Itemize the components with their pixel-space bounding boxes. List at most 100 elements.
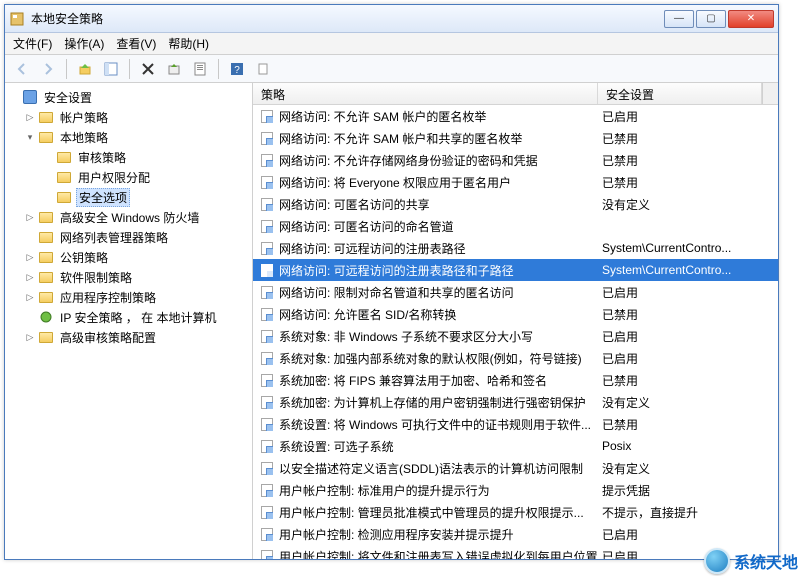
table-row[interactable]: 网络访问: 允许匿名 SID/名称转换已禁用 xyxy=(253,303,778,325)
policy-icon xyxy=(259,373,275,387)
table-row[interactable]: 网络访问: 不允许 SAM 帐户和共享的匿名枚举已禁用 xyxy=(253,127,778,149)
help-button[interactable]: ? xyxy=(226,58,248,80)
back-button[interactable] xyxy=(11,58,33,80)
table-row[interactable]: 网络访问: 可远程访问的注册表路径System\CurrentContro... xyxy=(253,237,778,259)
menu-view[interactable]: 查看(V) xyxy=(116,35,156,52)
setting-cell: 已禁用 xyxy=(598,416,778,433)
table-row[interactable]: 系统加密: 为计算机上存储的用户密钥强制进行强密钥保护没有定义 xyxy=(253,391,778,413)
table-row[interactable]: 用户帐户控制: 标准用户的提升提示行为提示凭据 xyxy=(253,479,778,501)
forward-button[interactable] xyxy=(37,58,59,80)
table-row[interactable]: 网络访问: 不允许 SAM 帐户的匿名枚举已启用 xyxy=(253,105,778,127)
tree-node-ipsec[interactable]: ▷ IP 安全策略 ， 在 本地计算机 xyxy=(7,307,250,327)
setting-cell: 已启用 xyxy=(598,526,778,543)
tree-node-appcontrol[interactable]: ▷ 应用程序控制策略 xyxy=(7,287,250,307)
close-button[interactable]: ✕ xyxy=(728,10,774,28)
policy-name: 网络访问: 可匿名访问的命名管道 xyxy=(279,218,454,235)
column-policy[interactable]: 策略 xyxy=(253,83,598,104)
toolbar-separator xyxy=(129,59,130,79)
menu-action[interactable]: 操作(A) xyxy=(64,35,104,52)
show-tree-button[interactable] xyxy=(100,58,122,80)
tree-node-advaudit[interactable]: ▷ 高级审核策略配置 xyxy=(7,327,250,347)
setting-cell: 已启用 xyxy=(598,284,778,301)
policy-cell: 系统加密: 将 FIPS 兼容算法用于加密、哈希和签名 xyxy=(253,372,598,389)
tree-node-securityoptions[interactable]: ▷ 安全选项 xyxy=(7,187,250,207)
policy-cell: 用户帐户控制: 标准用户的提升提示行为 xyxy=(253,482,598,499)
menu-help[interactable]: 帮助(H) xyxy=(168,35,209,52)
expander-icon[interactable]: ▷ xyxy=(23,330,37,344)
tree-node-softrestrict[interactable]: ▷ 软件限制策略 xyxy=(7,267,250,287)
menubar: 文件(F) 操作(A) 查看(V) 帮助(H) xyxy=(5,33,778,55)
policy-cell: 网络访问: 不允许 SAM 帐户和共享的匿名枚举 xyxy=(253,130,598,147)
list-body[interactable]: 网络访问: 不允许 SAM 帐户的匿名枚举已启用网络访问: 不允许 SAM 帐户… xyxy=(253,105,778,559)
table-row[interactable]: 系统设置: 可选子系统Posix xyxy=(253,435,778,457)
expander-icon[interactable]: ▾ xyxy=(23,130,37,144)
table-row[interactable]: 系统对象: 非 Windows 子系统不要求区分大小写已启用 xyxy=(253,325,778,347)
policy-cell: 用户帐户控制: 管理员批准模式中管理员的提升权限提示... xyxy=(253,504,598,521)
table-row[interactable]: 用户帐户控制: 检测应用程序安装并提示提升已启用 xyxy=(253,523,778,545)
minimize-button[interactable]: — xyxy=(664,10,694,28)
tree-node-local[interactable]: ▾ 本地策略 xyxy=(7,127,250,147)
policy-icon xyxy=(259,109,275,123)
tree-label: 网络列表管理器策略 xyxy=(58,229,170,246)
policy-name: 用户帐户控制: 管理员批准模式中管理员的提升权限提示... xyxy=(279,504,584,521)
policy-name: 用户帐户控制: 标准用户的提升提示行为 xyxy=(279,482,490,499)
policy-name: 系统对象: 加强内部系统对象的默认权限(例如，符号链接) xyxy=(279,350,582,367)
table-row[interactable]: 网络访问: 可远程访问的注册表路径和子路径System\CurrentContr… xyxy=(253,259,778,281)
properties-button[interactable] xyxy=(189,58,211,80)
table-row[interactable]: 网络访问: 可匿名访问的共享没有定义 xyxy=(253,193,778,215)
titlebar[interactable]: 本地安全策略 — ▢ ✕ xyxy=(5,5,778,33)
table-row[interactable]: 以安全描述符定义语言(SDDL)语法表示的计算机访问限制没有定义 xyxy=(253,457,778,479)
tree-node-netlist[interactable]: ▷ 网络列表管理器策略 xyxy=(7,227,250,247)
refresh-button[interactable] xyxy=(252,58,274,80)
table-row[interactable]: 网络访问: 限制对命名管道和共享的匿名访问已启用 xyxy=(253,281,778,303)
policy-cell: 网络访问: 将 Everyone 权限应用于匿名用户 xyxy=(253,174,598,191)
folder-icon xyxy=(38,109,54,125)
export-button[interactable] xyxy=(163,58,185,80)
maximize-button[interactable]: ▢ xyxy=(696,10,726,28)
table-row[interactable]: 系统设置: 将 Windows 可执行文件中的证书规则用于软件...已禁用 xyxy=(253,413,778,435)
tree-node-account[interactable]: ▷ 帐户策略 xyxy=(7,107,250,127)
up-button[interactable] xyxy=(74,58,96,80)
window-title: 本地安全策略 xyxy=(31,10,664,27)
expander-icon[interactable]: ▷ xyxy=(23,210,37,224)
policy-icon xyxy=(259,505,275,519)
policy-name: 网络访问: 不允许 SAM 帐户和共享的匿名枚举 xyxy=(279,130,522,147)
policy-cell: 系统设置: 可选子系统 xyxy=(253,438,598,455)
table-row[interactable]: 系统加密: 将 FIPS 兼容算法用于加密、哈希和签名已禁用 xyxy=(253,369,778,391)
policy-name: 网络访问: 不允许 SAM 帐户的匿名枚举 xyxy=(279,108,486,125)
table-row[interactable]: 网络访问: 可匿名访问的命名管道 xyxy=(253,215,778,237)
table-row[interactable]: 网络访问: 将 Everyone 权限应用于匿名用户已禁用 xyxy=(253,171,778,193)
app-window: 本地安全策略 — ▢ ✕ 文件(F) 操作(A) 查看(V) 帮助(H) ? ▶ xyxy=(4,4,779,560)
expander-icon[interactable]: ▷ xyxy=(23,270,37,284)
expander-icon[interactable]: ▷ xyxy=(23,250,37,264)
policy-name: 系统对象: 非 Windows 子系统不要求区分大小写 xyxy=(279,328,533,345)
folder-icon xyxy=(38,269,54,285)
table-row[interactable]: 用户帐户控制: 将文件和注册表写入错误虚拟化到每用户位置已启用 xyxy=(253,545,778,559)
table-row[interactable]: 网络访问: 不允许存储网络身份验证的密码和凭据已禁用 xyxy=(253,149,778,171)
setting-cell: 没有定义 xyxy=(598,196,778,213)
tree-root[interactable]: ▶ 安全设置 xyxy=(7,87,250,107)
tree-node-firewall[interactable]: ▷ 高级安全 Windows 防火墙 xyxy=(7,207,250,227)
tree-label: 高级安全 Windows 防火墙 xyxy=(58,209,201,226)
expander-icon[interactable]: ▷ xyxy=(23,290,37,304)
policy-name: 网络访问: 将 Everyone 权限应用于匿名用户 xyxy=(279,174,511,191)
tree-node-userrights[interactable]: ▷ 用户权限分配 xyxy=(7,167,250,187)
policy-cell: 网络访问: 不允许 SAM 帐户的匿名枚举 xyxy=(253,108,598,125)
tree-pane[interactable]: ▶ 安全设置 ▷ 帐户策略 ▾ 本地策略 ▷ 审核策略 xyxy=(5,83,253,559)
table-row[interactable]: 系统对象: 加强内部系统对象的默认权限(例如，符号链接)已启用 xyxy=(253,347,778,369)
policy-icon xyxy=(259,307,275,321)
tree-node-audit[interactable]: ▷ 审核策略 xyxy=(7,147,250,167)
content-area: ▶ 安全设置 ▷ 帐户策略 ▾ 本地策略 ▷ 审核策略 xyxy=(5,83,778,559)
menu-file[interactable]: 文件(F) xyxy=(13,35,52,52)
policy-cell: 网络访问: 可远程访问的注册表路径和子路径 xyxy=(253,262,598,279)
policy-icon xyxy=(259,131,275,145)
tree-label: 用户权限分配 xyxy=(76,169,152,186)
column-setting[interactable]: 安全设置 xyxy=(598,83,762,104)
expander-icon[interactable]: ▷ xyxy=(23,110,37,124)
setting-cell: 不提示，直接提升 xyxy=(598,504,778,521)
tree-label: 帐户策略 xyxy=(58,109,110,126)
table-row[interactable]: 用户帐户控制: 管理员批准模式中管理员的提升权限提示... 不提示，直接提升 xyxy=(253,501,778,523)
policy-icon xyxy=(259,329,275,343)
tree-node-pubkey[interactable]: ▷ 公钥策略 xyxy=(7,247,250,267)
delete-button[interactable] xyxy=(137,58,159,80)
